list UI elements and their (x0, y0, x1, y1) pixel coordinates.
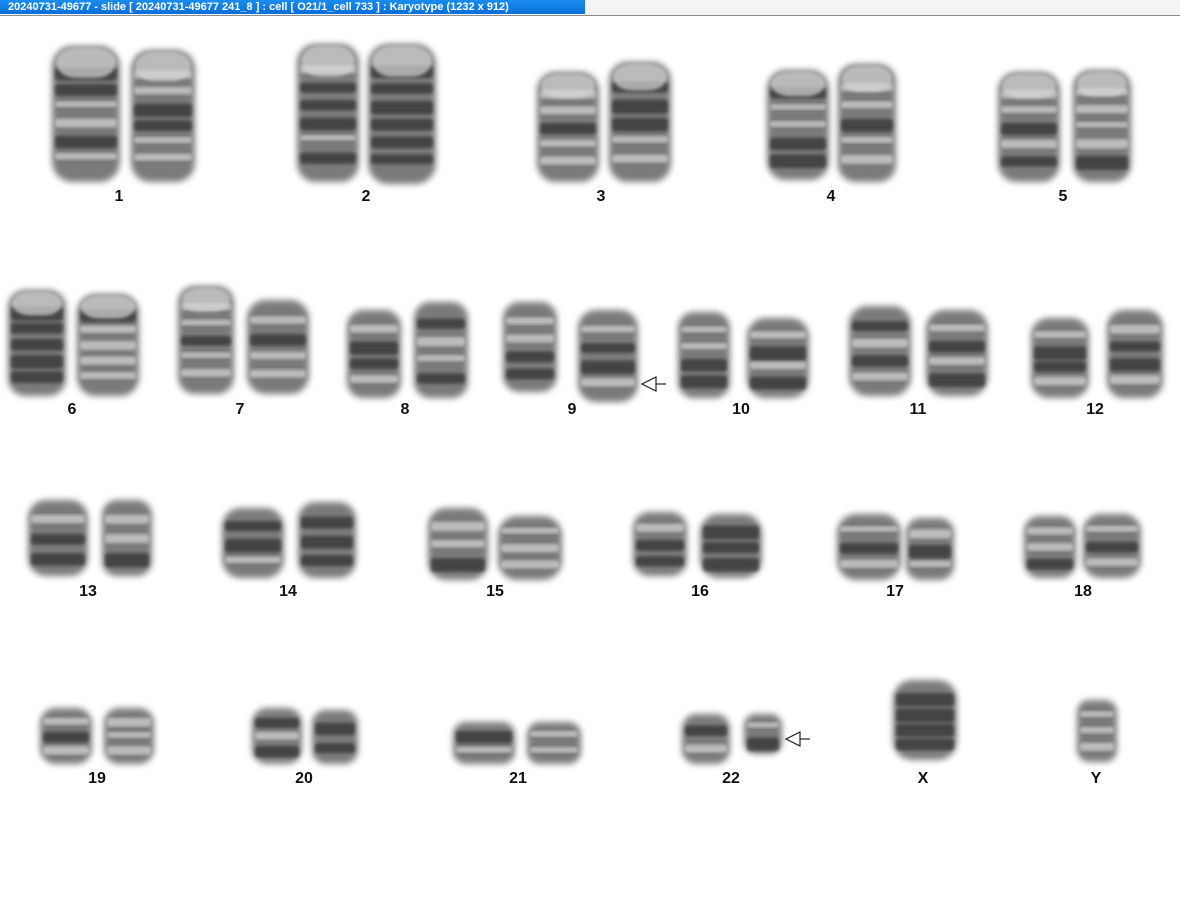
chromosome-label-21: 21 (509, 770, 527, 787)
chromosome-label-4: 4 (826, 188, 836, 205)
chromosome-label-15: 15 (486, 583, 504, 600)
chromosome-label-22: 22 (722, 770, 740, 787)
chromosome-pair-22 (682, 714, 782, 764)
chromosome-pair-15 (428, 508, 562, 580)
karyogram-image (8, 44, 1163, 764)
chromosome-label-11: 11 (909, 401, 927, 418)
chromosome-pair-20 (252, 708, 358, 764)
chromosome-pair-16 (633, 512, 762, 578)
chromosome-pair-21 (453, 722, 581, 764)
window-title: 20240731-49677 - slide [ 20240731-49677 … (0, 0, 585, 14)
chromosome-label-19: 19 (88, 770, 106, 787)
chromosome-label-6: 6 (67, 401, 77, 418)
karyotype-panel: 1 2 3 4 5 6 7 8 9 10 11 12 13 14 15 16 17 18 19 20 21 22 X Y (0, 16, 1180, 898)
chromosome-label-3: 3 (596, 188, 606, 205)
chromosome-label-8: 8 (400, 401, 410, 418)
chromosome-pair-19 (40, 708, 154, 764)
chromosome-pair-3 (537, 62, 671, 182)
chromosome-label-9: 9 (567, 401, 577, 418)
chromosome-label-2: 2 (361, 188, 371, 205)
chromosome-label-10: 10 (732, 401, 750, 418)
chromosome-pair-7 (178, 286, 309, 394)
chromosome-pair-17 (837, 514, 954, 580)
chromosome-pair-12 (1031, 310, 1163, 398)
chromosome-pair-y (1077, 700, 1117, 762)
chromosome-pair-13 (28, 500, 152, 576)
chromosome-label-5: 5 (1058, 188, 1068, 205)
chromosome-label-13: 13 (79, 583, 97, 600)
chromosome-pair-2 (297, 44, 436, 184)
chromosome-pair-14 (222, 502, 356, 578)
chromosome-label-1: 1 (114, 188, 124, 205)
chromosome-pair-10 (678, 312, 809, 398)
chromosome-label-20: 20 (295, 770, 313, 787)
chromosome-pair-6 (8, 290, 139, 396)
chromosome-pair-5 (998, 70, 1131, 182)
window-title-bar: 20240731-49677 - slide [ 20240731-49677 … (0, 0, 1180, 16)
chromosome-pair-9 (503, 302, 638, 402)
chromosome-label-18: 18 (1074, 583, 1092, 600)
chromosome-label-x: X (917, 770, 929, 787)
chromosome-pair-18 (1024, 514, 1141, 578)
chromosome-label-y: Y (1090, 770, 1102, 787)
arrow-marker-icon (640, 376, 666, 392)
chromosome-pair-x (893, 680, 957, 760)
chromosome-pair-8 (347, 302, 468, 398)
chromosome-pair-1 (52, 46, 195, 182)
chromosome-pair-11 (849, 306, 988, 396)
chromosome-label-14: 14 (279, 583, 297, 600)
chromosome-label-7: 7 (235, 401, 245, 418)
chromosome-pair-4 (767, 64, 896, 182)
chromosome-label-16: 16 (691, 583, 709, 600)
arrow-marker-icon (784, 731, 810, 747)
chromosome-label-12: 12 (1086, 401, 1104, 418)
chromosome-label-17: 17 (886, 583, 904, 600)
